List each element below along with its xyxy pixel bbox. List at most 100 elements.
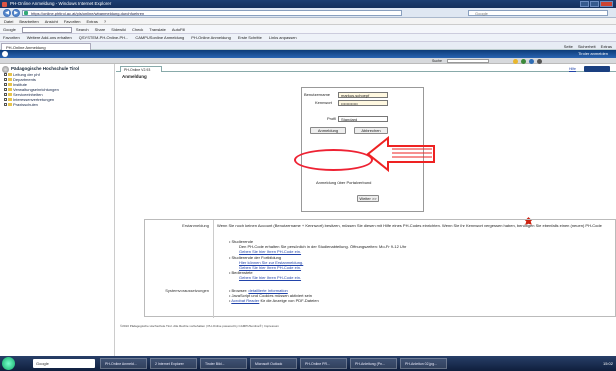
sidebar-title[interactable]: Pädagogische Hochschule Tirol bbox=[2, 66, 112, 73]
password-field[interactable]: •••••••••••• bbox=[338, 100, 388, 106]
toolbar-item-5[interactable]: AutoFill bbox=[172, 25, 185, 34]
folder-icon bbox=[8, 83, 12, 87]
login-button[interactable]: Anmeldung bbox=[310, 127, 346, 134]
erstanmeldung-text: Wenn Sie noch keinen Account (Benutzerna… bbox=[217, 223, 602, 228]
favorite-item-5[interactable]: Erste Schritte bbox=[238, 35, 262, 40]
password-label: Kennwort bbox=[315, 100, 332, 105]
close-button[interactable] bbox=[600, 1, 613, 7]
toolbar-item-2[interactable]: Sidewiki bbox=[111, 25, 126, 34]
folder-icon bbox=[8, 88, 12, 92]
app-header: Tiroler anmelden bbox=[0, 50, 616, 58]
taskbar-button-2[interactable]: Tiroler Bild... bbox=[200, 358, 247, 369]
username-field[interactable]: markus.schoepf bbox=[338, 92, 388, 98]
acrobat-reader-link[interactable]: Acrobat Reader bbox=[231, 298, 259, 303]
profile-label: Profil bbox=[327, 116, 337, 121]
windows-taskbar: Google PH-Online Anmeld... 2 Internet Exp… bbox=[0, 356, 616, 371]
command-item-1[interactable]: Sicherheit bbox=[578, 44, 596, 49]
menu-item-1[interactable]: Bearbeiten bbox=[19, 19, 38, 24]
expand-icon[interactable] bbox=[4, 103, 7, 107]
taskbar-button-6[interactable]: PH-Anleitun 02.jpg... bbox=[400, 358, 447, 369]
home-icon[interactable] bbox=[521, 58, 526, 64]
taskbar-button-5[interactable]: PH-Anleitung (Pn... bbox=[350, 358, 397, 369]
taskbar-google-search[interactable]: Google bbox=[33, 359, 95, 368]
systemvoraussetzungen-label: Systemvoraussetzungen bbox=[165, 288, 209, 293]
tab-bar: PH-Online Anmeldung Seite Sicherheit Extra… bbox=[0, 42, 616, 50]
erstanmeldung-label: Erstanmeldung bbox=[182, 223, 209, 228]
expand-icon[interactable] bbox=[4, 78, 7, 82]
favorite-item-2[interactable]: QSYSTEM-PH-Online-PH... bbox=[79, 35, 129, 40]
tab-ph-online-version[interactable]: PH-Online V2.93 bbox=[120, 66, 162, 72]
red-highlight-circle bbox=[294, 149, 373, 171]
menu-item-0[interactable]: Datei bbox=[4, 19, 13, 24]
command-item-2[interactable]: Extras bbox=[601, 44, 612, 49]
menu-item-2[interactable]: Ansicht bbox=[45, 19, 58, 24]
globe-icon bbox=[2, 66, 9, 73]
window-titlebar: PH-Online Anmeldung - Windows Internet E… bbox=[0, 0, 616, 8]
menu-bar: Datei Bearbeiten Ansicht Favoriten Extras? bbox=[0, 18, 616, 25]
help-link[interactable]: Hilfe bbox=[569, 66, 576, 72]
expand-icon[interactable] bbox=[4, 83, 7, 87]
command-item-0[interactable]: Seite bbox=[564, 44, 573, 49]
menu-item-3[interactable]: Favoriten bbox=[64, 19, 81, 24]
sidebar-item-6[interactable]: Praxisschulen bbox=[2, 102, 112, 107]
maximize-button[interactable] bbox=[590, 1, 599, 7]
browser-search-input[interactable]: Google bbox=[468, 10, 608, 16]
folder-icon bbox=[8, 98, 12, 102]
favorite-item-0[interactable]: Favoriten bbox=[3, 35, 20, 40]
google-toolbar: Google Search Share Sidewiki Check Translate A… bbox=[0, 25, 616, 34]
info-panel: Erstanmeldung Wenn Sie noch keinen Accou… bbox=[144, 219, 616, 318]
folder-icon bbox=[8, 73, 12, 77]
google-toolbar-input[interactable] bbox=[21, 26, 72, 33]
command-bar: Seite Sicherheit Extras bbox=[559, 43, 612, 50]
folder-icon bbox=[8, 103, 12, 107]
back-arrow-icon[interactable]: ◀ bbox=[3, 9, 11, 17]
red-arrow-annotation bbox=[366, 135, 435, 173]
favorite-item-1[interactable]: Weitere Add-ons erhalten bbox=[27, 35, 72, 40]
google-label: Google bbox=[3, 27, 16, 32]
key-icon[interactable] bbox=[513, 58, 518, 64]
page-title: Anmeldung bbox=[122, 74, 147, 79]
studierende-phcode-link[interactable]: Geben Sie hier Ihren PH-Code ein. bbox=[239, 249, 301, 254]
bedienstete-phcode-link[interactable]: Geben Sie hier Ihren PH-Code ein. bbox=[239, 275, 301, 280]
menu-item-4[interactable]: Extras bbox=[87, 19, 98, 24]
system-tray-clock: 15:02 bbox=[602, 361, 613, 366]
portal-login-label: Anmeldung über Portalverbund bbox=[316, 180, 372, 185]
page-icon bbox=[24, 11, 28, 15]
header-login-link[interactable]: Tiroler anmelden bbox=[578, 51, 608, 57]
expand-icon[interactable] bbox=[4, 93, 7, 97]
favorite-item-4[interactable]: PH-Online Anmeldung bbox=[191, 35, 231, 40]
navigation-bar: ◀ ▶ https://online.phtirol.ac.at/pls/onl… bbox=[0, 8, 616, 18]
folder-icon bbox=[8, 93, 12, 97]
profile-select[interactable]: Standard bbox=[338, 116, 388, 122]
window-title: PH-Online Anmeldung - Windows Internet E… bbox=[10, 1, 112, 6]
username-label: Benutzername bbox=[304, 92, 331, 97]
taskbar-button-1[interactable]: 2 Internet Explorer bbox=[150, 358, 197, 369]
taskbar-button-3[interactable]: Microsoft Outlook bbox=[250, 358, 297, 369]
tab-ph-online[interactable]: PH-Online Anmeldung bbox=[1, 43, 91, 50]
minimize-button[interactable] bbox=[580, 1, 589, 7]
toolbar-item-4[interactable]: Translate bbox=[149, 25, 166, 34]
cancel-button[interactable]: Abbrechen bbox=[354, 127, 388, 134]
copyright-footer: ©2010 Pädagogische Hochschule Tirol. All… bbox=[120, 324, 279, 328]
expand-icon[interactable] bbox=[4, 88, 7, 92]
campusonline-logo bbox=[584, 66, 610, 72]
weiter-button[interactable]: Weiter >> bbox=[357, 195, 379, 202]
search-select[interactable] bbox=[447, 59, 489, 63]
start-button[interactable] bbox=[2, 357, 15, 370]
sidebar: Pädagogische Hochschule Tirol Leitung de… bbox=[0, 64, 115, 356]
toolbar-item-3[interactable]: Check bbox=[132, 25, 143, 34]
refresh-icon[interactable] bbox=[529, 58, 534, 64]
folder-icon bbox=[8, 78, 12, 82]
taskbar-button-4[interactable]: PH-Online PR... bbox=[300, 358, 347, 369]
expand-icon[interactable] bbox=[4, 98, 7, 102]
toolbar-item-1[interactable]: Share bbox=[95, 25, 106, 34]
toolbar-item-0[interactable]: Search bbox=[76, 25, 89, 34]
favorite-item-6[interactable]: Links anpassen bbox=[269, 35, 297, 40]
taskbar-button-0[interactable]: PH-Online Anmeld... bbox=[100, 358, 147, 369]
favorite-item-3[interactable]: CAMPUSonline Anmeldung bbox=[135, 35, 184, 40]
expand-icon[interactable] bbox=[4, 73, 7, 77]
help-icon[interactable] bbox=[537, 58, 542, 64]
menu-item-5[interactable]: ? bbox=[104, 19, 106, 24]
forward-arrow-icon[interactable]: ▶ bbox=[12, 9, 20, 17]
address-bar[interactable]: https://online.phtirol.ac.at/pls/online/… bbox=[22, 10, 402, 16]
